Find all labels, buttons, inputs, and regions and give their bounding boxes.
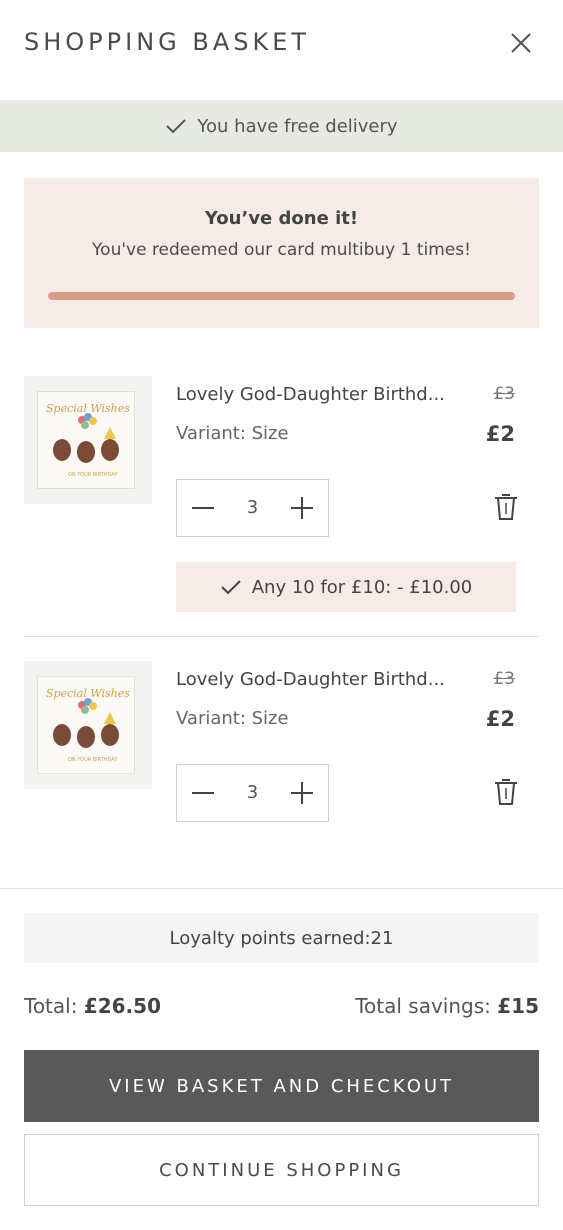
- birthday-card-image: Special Wishes ON YOUR BIRTHDAY: [38, 677, 134, 773]
- remove-item-button[interactable]: [493, 493, 519, 521]
- savings-value: £15: [497, 994, 539, 1018]
- minus-icon: [192, 792, 214, 794]
- basket-item: Special Wishes ON YOUR BIRTHDAY Lovely G…: [24, 661, 539, 831]
- quantity-value[interactable]: 3: [229, 765, 276, 821]
- promo-title: You’ve done it!: [204, 208, 359, 229]
- minus-icon: [192, 507, 214, 509]
- decrease-quantity-button[interactable]: [177, 765, 229, 821]
- birthday-card-image: Special Wishes ON YOUR BIRTHDAY: [38, 392, 134, 488]
- trash-icon: [495, 779, 517, 805]
- promo-subtitle: You've redeemed our card multibuy 1 time…: [92, 240, 471, 260]
- quantity-stepper: 3: [176, 764, 329, 822]
- product-variant: Variant: Size: [176, 423, 289, 444]
- plus-icon: [291, 497, 313, 519]
- multibuy-promo: You’ve done it! You've redeemed our card…: [24, 178, 539, 328]
- footer-divider: [0, 888, 563, 889]
- close-icon: [511, 33, 531, 53]
- decrease-quantity-button[interactable]: [177, 480, 229, 536]
- total-savings: Total savings: £15: [355, 994, 539, 1018]
- item-divider: [24, 636, 539, 637]
- svg-text:ON YOUR BIRTHDAY: ON YOUR BIRTHDAY: [68, 757, 118, 763]
- total-value: £26.50: [83, 994, 161, 1018]
- progress-bar-fill: [48, 292, 515, 300]
- free-delivery-text: You have free delivery: [197, 115, 398, 137]
- trash-icon: [495, 494, 517, 520]
- increase-quantity-button[interactable]: [276, 480, 328, 536]
- offer-text: Any 10 for £10: - £10.00: [251, 576, 473, 598]
- basket-item: Special Wishes ON YOUR BIRTHDAY Lovely G…: [24, 376, 539, 616]
- original-price: £3: [493, 669, 515, 689]
- remove-item-button[interactable]: [493, 778, 519, 806]
- product-name[interactable]: Lovely God-Daughter Birthd...: [176, 669, 445, 690]
- continue-shopping-button[interactable]: CONTINUE SHOPPING: [24, 1134, 539, 1206]
- check-icon: [166, 119, 187, 134]
- checkout-button[interactable]: VIEW BASKET AND CHECKOUT: [24, 1050, 539, 1122]
- original-price: £3: [493, 384, 515, 404]
- product-name[interactable]: Lovely God-Daughter Birthd...: [176, 384, 445, 405]
- offer-applied-badge: Any 10 for £10: - £10.00: [176, 562, 516, 612]
- plus-icon: [291, 782, 313, 804]
- svg-text:ON YOUR BIRTHDAY: ON YOUR BIRTHDAY: [68, 472, 118, 478]
- product-image[interactable]: Special Wishes ON YOUR BIRTHDAY: [24, 661, 152, 789]
- total-label: Total:: [24, 994, 78, 1018]
- product-price: £2: [485, 707, 515, 731]
- product-price: £2: [485, 422, 515, 446]
- check-icon: [221, 580, 241, 595]
- loyalty-points: Loyalty points earned:21: [24, 913, 539, 963]
- free-delivery-banner: You have free delivery: [0, 100, 563, 152]
- increase-quantity-button[interactable]: [276, 765, 328, 821]
- order-total: Total: £26.50: [24, 994, 161, 1018]
- quantity-value[interactable]: 3: [229, 480, 276, 536]
- page-title: SHOPPING BASKET: [24, 28, 311, 56]
- product-image[interactable]: Special Wishes ON YOUR BIRTHDAY: [24, 376, 152, 504]
- quantity-stepper: 3: [176, 479, 329, 537]
- savings-label: Total savings:: [355, 994, 491, 1018]
- product-variant: Variant: Size: [176, 708, 289, 729]
- multibuy-progress-bar: [48, 292, 515, 300]
- close-button[interactable]: [506, 28, 536, 58]
